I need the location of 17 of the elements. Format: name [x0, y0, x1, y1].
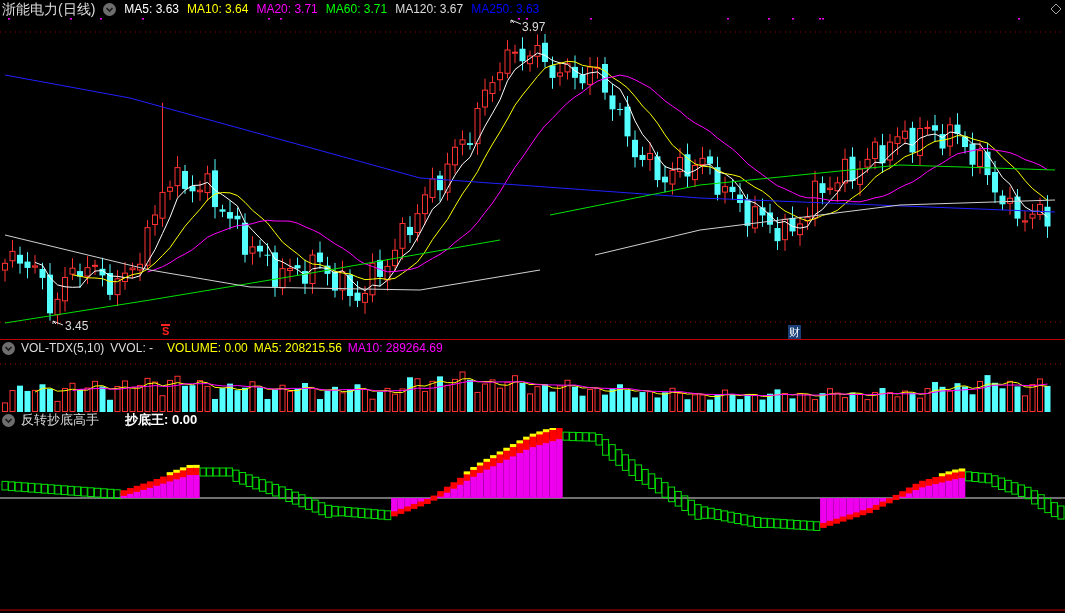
indicator-value: MA5: 208215.56 — [253, 340, 342, 357]
indicator-value: MA250: 3.63 — [471, 1, 540, 18]
indicator-name: VOL-TDX(5,10) — [21, 340, 105, 357]
indicator-value: VOLUME: 0.00 — [167, 340, 248, 357]
indicator-value: MA60: 3.71 — [325, 1, 388, 18]
finance-marker: 财 — [788, 325, 801, 339]
indicator-value: MA120: 3.67 — [395, 1, 464, 18]
indicator-value: 抄底王: 0.00 — [125, 411, 198, 430]
indicator-value: VVOL: - — [110, 340, 154, 357]
stock-title: 浙能电力(日线) — [2, 0, 96, 19]
price-label: 3.45 — [65, 318, 89, 335]
indicator-value: MA10: 289264.69 — [347, 340, 443, 357]
indicator-value: MA5: 3.63 — [124, 1, 180, 18]
price-label: 3.97 — [522, 19, 546, 36]
indicator-value: MA20: 3.71 — [256, 1, 318, 18]
indicator-name: 反转抄底高手 — [21, 411, 99, 430]
indicator-value: MA10: 3.64 — [187, 1, 249, 18]
